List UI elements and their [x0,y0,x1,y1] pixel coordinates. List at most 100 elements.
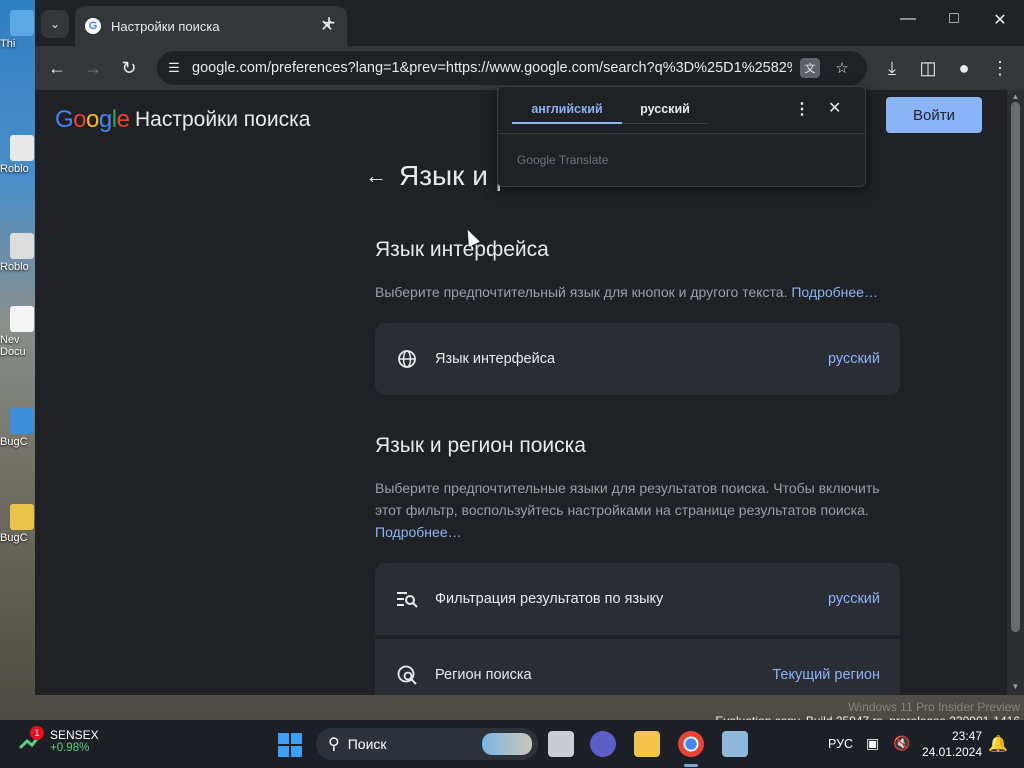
stock-chart-icon: 1 [18,726,44,754]
roblox-studio-icon [10,233,34,259]
interface-language-description: Выберите предпочтительный язык для кнопо… [375,281,895,303]
row-label: Язык интерфейса [435,351,556,367]
page-scrollbar[interactable]: ▲ ▼ [1007,90,1024,695]
photos-icon[interactable] [722,731,748,757]
taskbar: 1 SENSEX +0.98% ⚲ Поиск РУС ▣ 🔇 23:47 24… [0,720,1024,768]
search-region-row[interactable]: Регион поиска Текущий регион [375,639,900,695]
interface-language-row[interactable]: Язык интерфейса русский [375,323,900,395]
clock[interactable]: 23:47 24.01.2024 [920,728,982,760]
file-explorer-icon[interactable] [634,731,660,757]
notification-badge: 1 [30,726,44,740]
row-value[interactable]: русский [828,591,880,607]
row-label: Регион поиска [435,667,532,683]
minimize-button[interactable]: — [893,10,923,28]
translate-icon[interactable]: 文 [800,58,820,78]
time: 23:47 [951,729,982,743]
site-info-icon[interactable]: ☰ [165,59,183,77]
search-icon: ⚲ [328,736,340,753]
description-text: Выберите предпочтительный язык для кнопо… [375,284,788,300]
forward-button[interactable]: → [79,54,107,82]
translate-tab-target[interactable]: русский [622,102,708,116]
input-language[interactable]: РУС [828,737,853,751]
reload-button[interactable]: ↻ [115,54,143,82]
start-button[interactable] [278,733,302,757]
roblox-icon [10,135,34,161]
back-button[interactable]: ← [43,54,71,82]
tab-divider [622,123,708,124]
search-language-title: Язык и регион поиска [375,434,586,457]
scroll-down-icon[interactable]: ▼ [1010,682,1021,691]
document-icon [10,306,34,332]
tab-strip: ⌄ G Настройки поиска ✕ + — □ ✕ [35,0,1024,46]
search-language-description: Выберите предпочтительные языки для резу… [375,477,895,543]
network-icon[interactable]: ▣ [866,735,879,752]
url-text[interactable]: google.com/preferences?lang=1&prev=https… [192,60,792,76]
taskbar-search[interactable]: ⚲ Поиск [316,728,538,760]
new-tab-button[interactable]: + [317,12,341,34]
desktop-icon-this-pc[interactable]: Thi [0,10,36,50]
logo-letter: G [55,106,74,133]
desktop-icon-label: Roblo [0,261,29,273]
profile-icon[interactable]: ● [950,54,978,82]
app-icon [10,504,34,530]
maximize-button[interactable]: □ [939,10,969,28]
stock-change: +0.98% [50,742,90,754]
logo-letter: e [116,106,130,133]
search-highlight-image [482,733,532,755]
interface-language-card: Язык интерфейса русский [375,323,900,395]
divider [498,133,865,134]
bookmark-star-icon[interactable]: ☆ [831,57,853,79]
folder-icon [10,10,34,36]
translate-tab-source[interactable]: английский [512,102,622,116]
google-logo[interactable]: Google [55,106,130,134]
desktop-icon-bugc-2[interactable]: BugC [0,504,36,544]
chevron-down-icon: ⌄ [49,17,61,31]
language-filter-row[interactable]: Фильтрация результатов по языку русский [375,563,900,635]
search-label: Поиск [347,736,387,752]
row-value[interactable]: Текущий регион [772,667,880,683]
desktop-icon-label: Roblo [0,163,29,175]
close-icon[interactable]: ✕ [828,98,841,118]
logo-letter: g [98,106,112,133]
desktop-icon-new-document[interactable]: Nev Docu [0,306,36,358]
more-options-icon[interactable]: ⋮ [794,99,810,119]
login-button[interactable]: Войти [886,97,982,133]
task-view-icon[interactable] [548,731,574,757]
filter-search-icon [395,587,419,611]
tab-search-button[interactable]: ⌄ [41,10,69,38]
address-bar[interactable]: ☰ google.com/preferences?lang=1&prev=htt… [157,51,867,85]
notification-bell-icon[interactable]: 🔔 [988,734,1008,754]
row-value[interactable]: русский [828,351,880,367]
close-window-button[interactable]: ✕ [985,10,1015,30]
row-label: Фильтрация результатов по языку [435,591,664,607]
volume-muted-icon[interactable]: 🔇 [893,735,910,752]
search-language-card: Фильтрация результатов по языку русский … [375,563,900,695]
menu-kebab-icon[interactable]: ⋮ [986,54,1014,82]
desktop-icon-roblox[interactable]: Roblo [0,135,36,175]
chrome-icon[interactable] [678,731,704,757]
desktop-icon-label: Nev Docu [0,334,26,358]
desktop-icon-bugc-1[interactable]: BugC [0,408,36,448]
side-panel-icon[interactable]: ◫ [914,54,942,82]
scroll-up-icon[interactable]: ▲ [1010,92,1021,101]
desktop-icon-roblox-studio[interactable]: Roblo [0,233,36,273]
google-favicon-icon: G [85,18,101,34]
desktop-icon-label: BugC [0,436,28,448]
page-title: Настройки поиска [135,108,311,131]
desktop-icon-label: BugC [0,532,28,544]
browser-tab[interactable]: G Настройки поиска ✕ [75,6,347,46]
download-icon[interactable]: ⤓ [878,54,906,82]
app-icon [10,408,34,434]
tab-title: Настройки поиска [111,18,220,34]
region-search-icon [395,663,419,687]
active-app-indicator [684,764,698,767]
description-text: Выберите предпочтительные языки для резу… [375,480,880,518]
scroll-thumb[interactable] [1011,102,1020,632]
back-arrow-icon[interactable]: ← [365,163,387,189]
stock-widget[interactable]: 1 SENSEX +0.98% [18,726,99,754]
logo-letter: o [86,106,99,133]
more-link[interactable]: Подробнее… [791,284,878,300]
teams-icon[interactable] [590,731,616,757]
more-link[interactable]: Подробнее… [375,524,462,540]
translate-popup: английский русский ⋮ ✕ Google Translate [497,86,866,187]
